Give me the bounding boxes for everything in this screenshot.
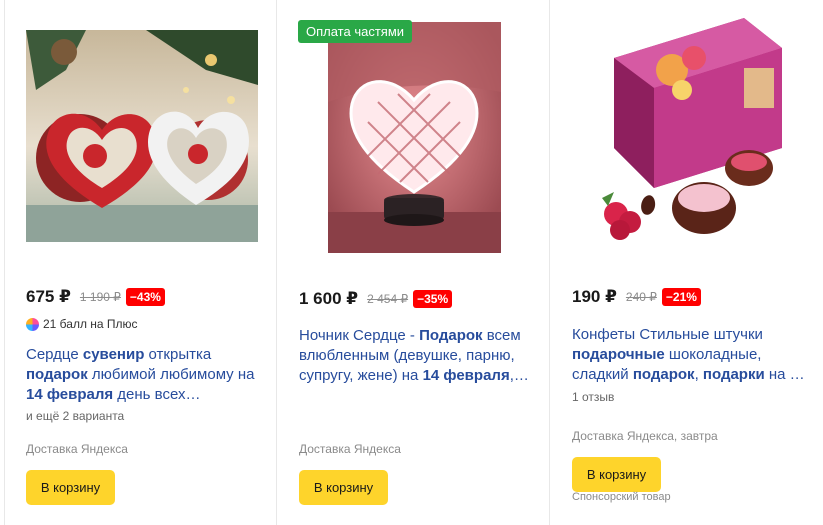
title-text: Ночник Сердце - — [299, 327, 420, 344]
product-title[interactable]: Сердце сувенир открытка подарок любимой … — [26, 345, 266, 405]
product-grid: 675 ₽ 1 190 ₽ −43% 21 балл на Плюс Сердц… — [0, 0, 823, 525]
title-text: день всех… — [113, 386, 201, 403]
product-card-heart-souvenir[interactable]: 675 ₽ 1 190 ₽ −43% 21 балл на Плюс Сердц… — [4, 0, 276, 525]
add-to-cart-button[interactable]: В корзину — [299, 470, 388, 505]
plus-points-text: 21 балл на Плюс — [43, 317, 138, 331]
product-title[interactable]: Ночник Сердце - Подарок всем влюбленным … — [299, 326, 535, 386]
product-image[interactable] — [26, 30, 258, 242]
sponsored-label: Спонсорский товар — [572, 491, 671, 503]
title-text: любимой любимому на — [87, 366, 255, 383]
title-highlight: сувенир — [82, 346, 145, 363]
title-highlight: подарок — [26, 366, 88, 383]
price-row: 190 ₽ 240 ₽ −21% — [572, 287, 701, 307]
title-highlight: 14 февраля — [26, 386, 114, 403]
title-text: ,… — [509, 367, 529, 384]
chocolate-box-image — [594, 18, 782, 250]
old-price: 2 454 ₽ — [367, 292, 409, 306]
current-price: 190 ₽ — [572, 287, 617, 306]
title-highlight: подарок — [632, 366, 695, 383]
title-highlight: 14 февраля — [422, 367, 510, 384]
old-price: 240 ₽ — [625, 290, 657, 304]
product-title[interactable]: Конфеты Стильные штучки подарочные шокол… — [572, 325, 808, 385]
title-text: на … — [764, 366, 805, 383]
price-row: 1 600 ₽ 2 454 ₽ −35% — [299, 289, 453, 309]
delivery-info: Доставка Яндекса, завтра — [572, 429, 718, 443]
installment-badge: Оплата частями — [298, 20, 413, 43]
price-row: 675 ₽ 1 190 ₽ −43% — [26, 287, 165, 307]
title-text: Конфеты Стильные штучки — [572, 326, 763, 343]
yandex-plus-icon — [26, 317, 39, 331]
title-text: открытка — [144, 346, 212, 363]
reviews-link[interactable]: 1 отзыв — [572, 390, 614, 404]
heart-gears-image — [26, 30, 258, 242]
title-highlight: подарки — [702, 366, 765, 383]
plus-points: 21 балл на Плюс — [26, 317, 138, 331]
product-image[interactable] — [328, 22, 501, 253]
variants-link[interactable]: и ещё 2 варианта — [26, 409, 124, 423]
add-to-cart-button[interactable]: В корзину — [26, 470, 115, 505]
title-text: Сердце — [26, 346, 83, 363]
discount-badge: −21% — [661, 288, 701, 306]
delivery-info: Доставка Яндекса — [26, 442, 128, 456]
product-card-chocolates[interactable]: 190 ₽ 240 ₽ −21% Конфеты Стильные штучки… — [550, 0, 823, 525]
delivery-info: Доставка Яндекса — [299, 442, 401, 456]
discount-badge: −35% — [413, 290, 453, 308]
title-highlight: подарочные — [572, 346, 665, 363]
heart-lamp-image — [328, 22, 501, 253]
title-highlight: Подарок — [419, 327, 483, 344]
product-card-night-lamp[interactable]: Оплата частями 1 600 ₽ 2 454 ₽ −35% Ночн… — [277, 0, 549, 525]
current-price: 675 ₽ — [26, 287, 71, 306]
add-to-cart-button[interactable]: В корзину — [572, 457, 661, 492]
title-text: , — [694, 366, 703, 383]
current-price: 1 600 ₽ — [299, 289, 359, 308]
old-price: 1 190 ₽ — [79, 290, 121, 304]
product-image[interactable] — [594, 18, 782, 250]
discount-badge: −43% — [125, 288, 165, 306]
